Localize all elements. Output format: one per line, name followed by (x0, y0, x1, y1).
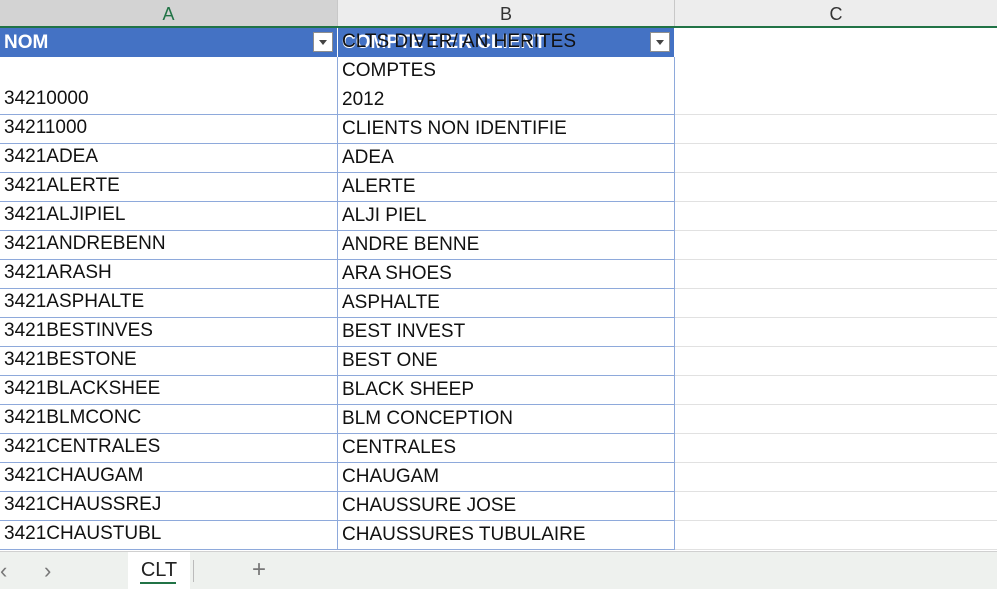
cell-compte-line: ADEA (342, 147, 394, 168)
header-label-nom: NOM (4, 32, 49, 53)
cell-compte[interactable]: ADEA (338, 144, 675, 173)
cell-compte-line: ASPHALTE (342, 292, 440, 313)
cell-compte[interactable]: BEST ONE (338, 347, 675, 376)
add-sheet-button[interactable]: + (252, 556, 266, 584)
table-row: 34211000 CLIENTS NON IDENTIFIE (0, 115, 997, 144)
cell-nom[interactable]: 3421CENTRALES (0, 434, 338, 463)
table-row: 3421ARASH ARA SHOES (0, 260, 997, 289)
cell-compte[interactable]: CENTRALES (338, 434, 675, 463)
table-row: 3421CHAUGAM CHAUGAM (0, 463, 997, 492)
cell-compte-line: ALJI PIEL (342, 205, 427, 226)
cell-nom[interactable]: 3421BLMCONC (0, 405, 338, 434)
cell-nom[interactable]: 3421BLACKSHEE (0, 376, 338, 405)
prev-sheet-button[interactable]: ‹ (0, 560, 7, 582)
cell-compte[interactable]: CHAUSSURE JOSE (338, 492, 675, 521)
table-row: 3421BLMCONC BLM CONCEPTION (0, 405, 997, 434)
cell-nom[interactable]: 3421CHAUGAM (0, 463, 338, 492)
cell-nom[interactable]: 3421CHAUSSREJ (0, 492, 338, 521)
cell-empty[interactable] (675, 318, 997, 347)
cell-empty[interactable] (675, 405, 997, 434)
cell-empty[interactable] (675, 173, 997, 202)
cell-empty[interactable] (675, 376, 997, 405)
next-sheet-button[interactable]: › (44, 560, 51, 582)
cell-compte[interactable]: BEST INVEST (338, 318, 675, 347)
table-row: 3421BESTINVES BEST INVEST (0, 318, 997, 347)
cell-nom[interactable]: 3421CHAUSTUBL (0, 521, 338, 550)
cell-empty[interactable] (675, 115, 997, 144)
cell-compte[interactable]: CLTS DIVER/ AN HERITES COMPTES 2012 (338, 31, 675, 115)
table-row: 3421ANDREBENN ANDRE BENNE (0, 231, 997, 260)
cell-nom[interactable]: 3421ANDREBENN (0, 231, 338, 260)
cell-compte-line: BEST INVEST (342, 321, 466, 342)
column-header-a[interactable]: A (0, 0, 338, 26)
cell-compte-line: ARA SHOES (342, 263, 452, 284)
cell-compte[interactable]: ALERTE (338, 173, 675, 202)
cell-compte-line: CLTS DIVER/ AN HERITES COMPTES (342, 31, 577, 81)
cell-nom[interactable]: 3421ADEA (0, 144, 338, 173)
cell-compte-line: BEST ONE (342, 350, 438, 371)
filter-dropdown-icon[interactable] (313, 32, 333, 52)
cell-empty[interactable] (675, 231, 997, 260)
cell-empty[interactable] (675, 463, 997, 492)
cell-empty[interactable] (675, 144, 997, 173)
cell-nom[interactable]: 3421BESTINVES (0, 318, 338, 347)
cell-compte[interactable]: BLM CONCEPTION (338, 405, 675, 434)
cell-compte[interactable]: ANDRE BENNE (338, 231, 675, 260)
header-cell-nom[interactable]: NOM (0, 28, 338, 57)
table-row: 3421BLACKSHEE BLACK SHEEP (0, 376, 997, 405)
table-row: 3421CHAUSTUBL CHAUSSURES TUBULAIRE (0, 521, 997, 550)
cell-nom[interactable]: 3421ASPHALTE (0, 289, 338, 318)
cell-compte-line: BLM CONCEPTION (342, 408, 514, 429)
sheet-tab-bar: ‹ › CLT + (0, 551, 997, 589)
cell-compte-line: CENTRALES (342, 437, 457, 458)
cell-empty[interactable] (675, 260, 997, 289)
cell-compte-line: CHAUSSURES TUBULAIRE (342, 524, 586, 545)
cell-compte-line: 2012 (342, 89, 385, 110)
cell-nom[interactable]: 3421ALERTE (0, 173, 338, 202)
cell-compte[interactable]: ASPHALTE (338, 289, 675, 318)
cell-compte-line: CHAUSSURE JOSE (342, 495, 517, 516)
column-header-bar: A B C (0, 0, 997, 28)
column-header-b[interactable]: B (338, 0, 675, 26)
cell-empty[interactable] (675, 289, 997, 318)
table-row: 3421ALJIPIEL ALJI PIEL (0, 202, 997, 231)
table-row: 3421BESTONE BEST ONE (0, 347, 997, 376)
cell-compte[interactable]: CHAUSSURES TUBULAIRE (338, 521, 675, 550)
cell-nom[interactable]: 3421ARASH (0, 260, 338, 289)
cell-compte-line: ANDRE BENNE (342, 234, 480, 255)
cell-compte[interactable]: ARA SHOES (338, 260, 675, 289)
cell-empty[interactable] (675, 434, 997, 463)
column-header-c[interactable]: C (675, 0, 997, 26)
table-row: 3421ASPHALTE ASPHALTE (0, 289, 997, 318)
tab-separator (193, 560, 194, 582)
cell-nom[interactable]: 34211000 (0, 115, 338, 144)
cell-compte-line: BLACK SHEEP (342, 379, 474, 400)
cell-compte-line: CHAUGAM (342, 466, 440, 487)
table-row: 3421CHAUSSREJ CHAUSSURE JOSE (0, 492, 997, 521)
cell-nom[interactable]: 34210000 (0, 57, 338, 115)
table-row: 3421ALERTE ALERTE (0, 173, 997, 202)
table-row: 34210000 CLTS DIVER/ AN HERITES COMPTES 20… (0, 31, 997, 115)
cell-compte[interactable]: CHAUGAM (338, 463, 675, 492)
cell-empty[interactable] (675, 202, 997, 231)
sheet-tab-label: CLT (140, 559, 178, 581)
cell-empty[interactable] (675, 347, 997, 376)
cell-compte[interactable]: ALJI PIEL (338, 202, 675, 231)
cell-compte-line: ALERTE (342, 176, 416, 197)
cell-compte[interactable]: CLIENTS NON IDENTIFIE (338, 115, 675, 144)
table-row: 3421CENTRALES CENTRALES (0, 434, 997, 463)
cell-empty[interactable] (675, 521, 997, 550)
cell-compte-line: CLIENTS NON IDENTIFIE (342, 118, 567, 139)
cell-compte[interactable]: BLACK SHEEP (338, 376, 675, 405)
cell-nom[interactable]: 3421BESTONE (0, 347, 338, 376)
active-tab-underline (140, 582, 176, 584)
cell-empty[interactable] (675, 57, 997, 115)
cell-nom[interactable]: 3421ALJIPIEL (0, 202, 338, 231)
table-row: 3421ADEA ADEA (0, 144, 997, 173)
cell-empty[interactable] (675, 492, 997, 521)
sheet-tab-clt[interactable]: CLT (128, 552, 190, 589)
